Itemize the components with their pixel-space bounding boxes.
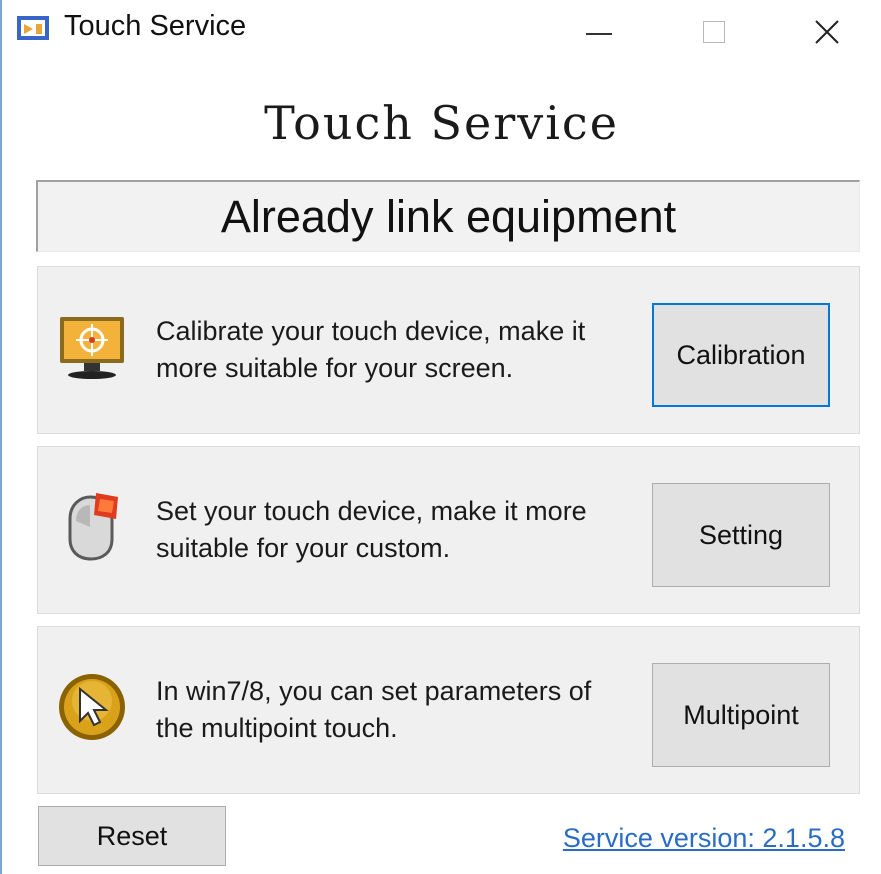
touch-service-window: Touch Service Touch Service Already link… bbox=[0, 0, 881, 874]
minimize-icon bbox=[586, 33, 612, 35]
maximize-button[interactable] bbox=[679, 0, 749, 64]
cursor-arrow-icon bbox=[59, 674, 125, 740]
minimize-button[interactable] bbox=[564, 0, 634, 64]
setting-button[interactable]: Setting bbox=[652, 483, 830, 587]
monitor-crosshair-icon bbox=[60, 317, 124, 379]
title-bar[interactable]: Touch Service bbox=[2, 0, 881, 64]
status-banner: Already link equipment bbox=[36, 180, 860, 252]
mouse-settings-icon bbox=[68, 493, 118, 561]
status-text: Already link equipment bbox=[220, 190, 677, 242]
multipoint-button[interactable]: Multipoint bbox=[652, 663, 830, 767]
page-heading: Touch Service bbox=[264, 96, 619, 150]
multipoint-panel: In win7/8, you can set parameters of the… bbox=[37, 626, 860, 794]
calibration-panel: Calibrate your touch device, make it mor… bbox=[37, 266, 860, 434]
maximize-icon bbox=[703, 21, 725, 43]
close-icon bbox=[815, 20, 839, 44]
app-icon bbox=[17, 16, 49, 40]
calibration-button[interactable]: Calibration bbox=[652, 303, 830, 407]
service-version-link[interactable]: Service version: 2.1.5.8 bbox=[563, 823, 845, 854]
reset-button[interactable]: Reset bbox=[38, 806, 226, 866]
setting-description: Set your touch device, make it more suit… bbox=[156, 496, 587, 563]
window-title: Touch Service bbox=[64, 10, 247, 42]
multipoint-description: In win7/8, you can set parameters of the… bbox=[156, 676, 592, 743]
calibration-description: Calibrate your touch device, make it mor… bbox=[156, 316, 586, 383]
close-button[interactable] bbox=[792, 0, 862, 64]
setting-panel: Set your touch device, make it more suit… bbox=[37, 446, 860, 614]
